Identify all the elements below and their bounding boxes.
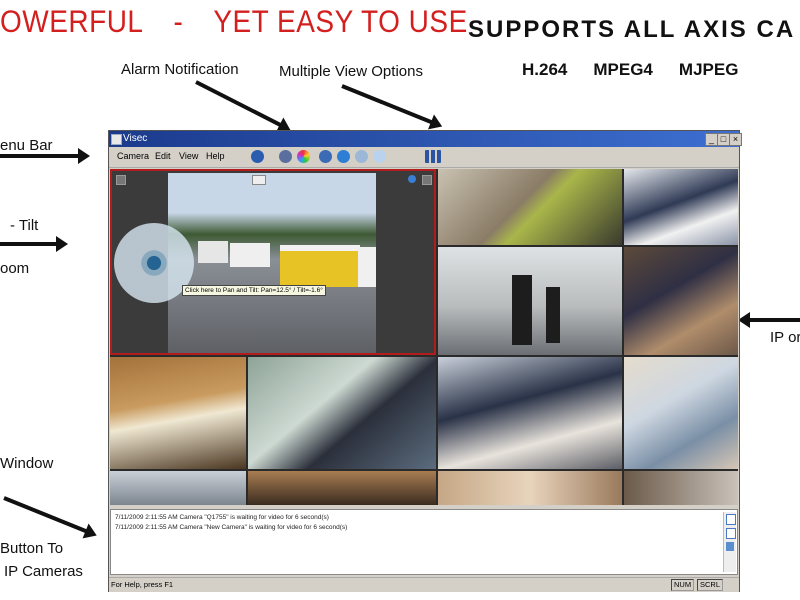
- codec-h264: H.264: [522, 60, 568, 79]
- menu-bar: Camera Edit View Help: [109, 147, 739, 168]
- log-entry: 7/11/2009 2:11:55 AM Camera "Q1755" is w…: [115, 514, 329, 521]
- supports-heading: SUPPORTS ALL AXIS CA: [468, 16, 796, 43]
- codec-list: H.264 MPEG4 MJPEG: [522, 60, 764, 80]
- arrow-menu-bar: [0, 148, 90, 164]
- camera-tile-room[interactable]: [110, 357, 246, 469]
- camera-tile-phone-call[interactable]: [248, 357, 436, 469]
- callout-alarm: Alarm Notification: [121, 61, 239, 78]
- color-toolbar-icon[interactable]: [297, 150, 310, 163]
- arrow-ip-right: [748, 318, 800, 322]
- status-bar: For Help, press F1 NUM SCRL: [109, 577, 739, 592]
- codec-mpeg4: MPEG4: [593, 60, 653, 79]
- ptz-view[interactable]: Click here to Pan and Tilt: Pan=12.5° / …: [110, 169, 436, 355]
- callout-ip-right: IP or: [770, 329, 800, 346]
- ptz-video[interactable]: [168, 173, 376, 353]
- camera-tile-kiosk[interactable]: [624, 357, 738, 469]
- trash-icon[interactable]: [726, 542, 734, 551]
- num-indicator: NUM: [671, 579, 695, 591]
- arrow-views: [341, 84, 434, 125]
- globe-icon[interactable]: [408, 175, 416, 183]
- menu-edit[interactable]: Edit: [155, 151, 171, 161]
- arrow-window: [3, 496, 89, 534]
- headline-dash: -: [173, 4, 184, 39]
- video-grid: Click here to Pan and Tilt: Pan=12.5° / …: [110, 169, 738, 505]
- camera-tile-workers[interactable]: [624, 247, 738, 355]
- arrow-pan-tilt: [0, 236, 68, 252]
- camera-tile-bottom-3[interactable]: [438, 471, 622, 505]
- camera-tile-forklift[interactable]: [438, 169, 622, 245]
- camera-tile-bottom-1[interactable]: [110, 471, 246, 505]
- close-icon[interactable]: ×: [729, 133, 742, 146]
- headline-left: OWERFUL: [0, 4, 144, 39]
- headline-right: YET EASY TO USE: [213, 4, 468, 39]
- info-toolbar-icon[interactable]: [337, 150, 350, 163]
- callout-window: Window: [0, 455, 54, 472]
- app-icon: [111, 134, 122, 145]
- camera-tile-bottom-4[interactable]: [624, 471, 738, 505]
- menu-help[interactable]: Help: [206, 151, 225, 161]
- person-shape: [546, 287, 560, 343]
- group-toolbar-icon[interactable]: [279, 150, 292, 163]
- ptz-ptz-badge-icon: [252, 175, 266, 185]
- person-shape: [512, 275, 532, 345]
- camera-tile-bottom-2[interactable]: [248, 471, 436, 505]
- camera-tile-boardroom[interactable]: [438, 357, 622, 469]
- bus-shape: [280, 245, 360, 287]
- callout-button-to: Button To: [0, 540, 64, 557]
- arrow-alarm: [195, 80, 283, 128]
- camera-tile-office-meeting[interactable]: [624, 169, 738, 245]
- ptz-corner-icon[interactable]: [116, 175, 126, 185]
- camera-toolbar-icon[interactable]: [251, 150, 264, 163]
- window-title: Visec: [123, 133, 148, 144]
- menu-camera[interactable]: Camera: [117, 151, 149, 161]
- layout-toolbar-icon[interactable]: [425, 150, 441, 163]
- menu-view[interactable]: View: [179, 151, 198, 161]
- headline: OWERFUL - YET EASY TO USE: [0, 4, 468, 40]
- title-bar: Visec _ □ ×: [109, 131, 742, 147]
- log-side-toolbar: [723, 512, 736, 572]
- alarm-toolbar-icon[interactable]: [373, 150, 386, 163]
- callout-views: Multiple View Options: [279, 63, 423, 80]
- codec-mjpeg: MJPEG: [678, 60, 739, 79]
- ptz-tooltip: Click here to Pan and Tilt: Pan=12.5° / …: [182, 285, 326, 296]
- event-log: 7/11/2009 2:11:55 AM Camera "Q1755" is w…: [110, 509, 738, 575]
- callout-zoom: oom: [0, 260, 30, 277]
- callout-pan-tilt: - Tilt: [10, 217, 39, 234]
- callout-menu-bar: enu Bar: [0, 137, 53, 154]
- bus-shape: [198, 241, 228, 263]
- document-icon[interactable]: [726, 514, 736, 525]
- camera-tile-lobby[interactable]: [438, 247, 622, 355]
- status-help-text: For Help, press F1: [111, 580, 174, 589]
- scrl-indicator: SCRL: [697, 579, 724, 591]
- app-window: Visec _ □ × Camera Edit View Help Click …: [108, 130, 742, 592]
- document-icon[interactable]: [726, 528, 736, 539]
- ptz-close-icon[interactable]: [422, 175, 432, 185]
- network-toolbar-icon[interactable]: [319, 150, 332, 163]
- log-entry: 7/11/2009 2:11:55 AM Camera "New Camera"…: [115, 524, 348, 531]
- callout-ip-cameras: IP Cameras: [4, 563, 83, 580]
- bus-shape: [358, 247, 376, 287]
- record-toolbar-icon[interactable]: [355, 150, 368, 163]
- bus-shape: [230, 243, 270, 267]
